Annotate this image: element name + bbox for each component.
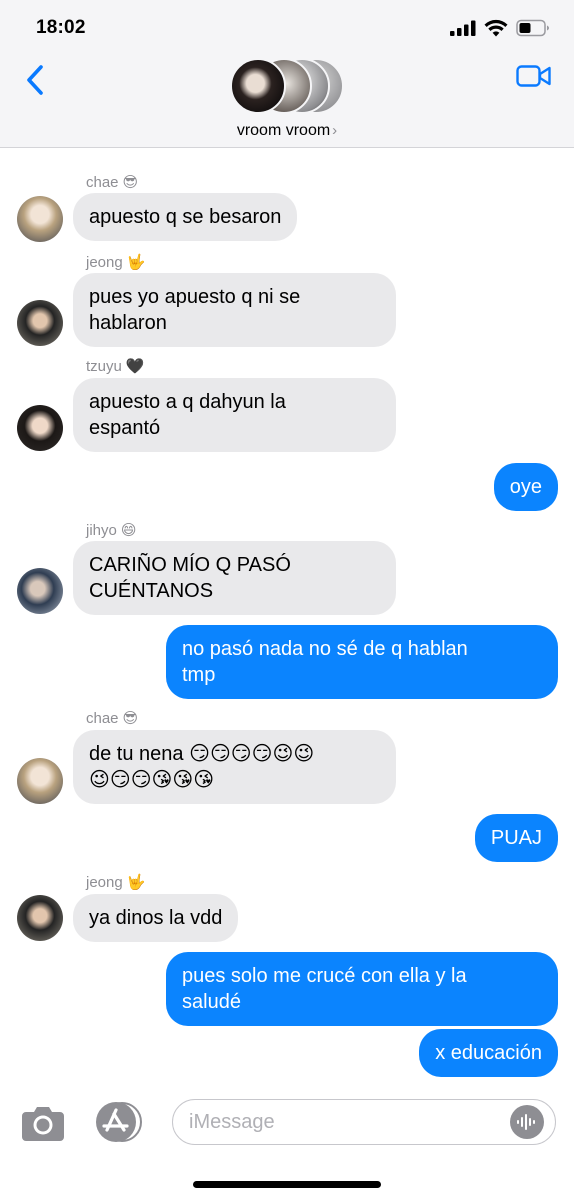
sender-name: jeong xyxy=(86,253,123,271)
avatar-jeong[interactable] xyxy=(17,300,63,346)
message-input[interactable] xyxy=(172,1099,556,1145)
message-text: CARIÑO MÍO Q PASÓ CUÉNTANOS xyxy=(89,554,291,602)
camera-button[interactable] xyxy=(20,1103,66,1143)
message-text: no pasó nada no sé de q hablan tmp xyxy=(182,638,468,686)
group-avatar-stack[interactable] xyxy=(230,58,346,114)
wifi-icon xyxy=(484,19,508,37)
sender-emoji: 🖤 xyxy=(125,358,145,375)
camera-icon xyxy=(22,1107,64,1141)
status-icons xyxy=(450,19,550,37)
back-button[interactable] xyxy=(18,60,52,100)
sender-label: jeong 🤟 xyxy=(86,873,146,892)
sender-name: chae xyxy=(86,709,119,727)
video-camera-icon xyxy=(516,65,551,87)
waveform-icon xyxy=(517,1114,535,1130)
cellular-signal-icon xyxy=(450,20,476,36)
sender-name: jeong xyxy=(86,873,123,891)
chevron-right-icon: › xyxy=(332,122,338,139)
message-bubble-incoming[interactable]: apuesto q se besaron xyxy=(73,193,298,241)
avatar-chae[interactable] xyxy=(17,758,63,804)
sender-name: jihyo xyxy=(86,521,117,539)
sender-emoji: 😄 xyxy=(120,522,137,539)
message-text: de tu nena 😏😏😏😏😉😉 😉😏😏😘😘😘 xyxy=(89,743,315,791)
battery-icon xyxy=(516,19,549,37)
conversation-header: 18:02 vroom vroom › xyxy=(0,0,574,148)
group-name-button[interactable]: vroom vroom › xyxy=(0,122,574,140)
message-bubble-incoming[interactable]: ya dinos la vdd xyxy=(73,894,239,942)
message-text: pues yo apuesto q ni se hablaron xyxy=(89,286,301,334)
app-store-icon xyxy=(96,1102,142,1142)
sender-emoji: 🤟 xyxy=(126,874,146,891)
sender-emoji: 🤟 xyxy=(126,254,146,271)
sender-emoji: 😎 xyxy=(122,710,139,727)
sender-label: jeong 🤟 xyxy=(86,253,146,272)
message-bubble-outgoing[interactable]: PUAJ xyxy=(474,814,558,862)
message-bubble-outgoing[interactable]: no pasó nada no sé de q hablan tmp xyxy=(166,625,558,699)
message-bubble-outgoing[interactable]: oye xyxy=(493,463,558,511)
message-text: PUAJ xyxy=(490,827,542,849)
message-text: pues solo me crucé con ella y la saludé xyxy=(182,965,467,1013)
group-avatar-1 xyxy=(230,58,286,114)
message-bubble-incoming[interactable]: apuesto a q dahyun la espantó xyxy=(73,378,396,452)
video-call-button[interactable] xyxy=(514,60,554,92)
message-text: apuesto a q dahyun la espantó xyxy=(89,391,286,439)
message-bubble-incoming[interactable]: de tu nena 😏😏😏😏😉😉 😉😏😏😘😘😘 xyxy=(73,730,396,804)
message-bubble-incoming[interactable]: CARIÑO MÍO Q PASÓ CUÉNTANOS xyxy=(73,541,396,615)
message-text: apuesto q se besaron xyxy=(89,206,282,228)
message-bubble-incoming[interactable]: pues yo apuesto q ni se hablaron xyxy=(73,273,396,347)
audio-message-button[interactable] xyxy=(510,1105,544,1139)
status-bar: 18:02 xyxy=(0,0,574,56)
message-text: oye xyxy=(509,476,542,498)
home-indicator[interactable] xyxy=(193,1181,381,1188)
sender-label: chae 😎 xyxy=(86,709,139,728)
avatar-chae[interactable] xyxy=(17,196,63,242)
app-store-button[interactable] xyxy=(94,1100,142,1144)
avatar-jihyo[interactable] xyxy=(17,568,63,614)
sender-emoji: 😎 xyxy=(122,174,139,191)
sender-name: chae xyxy=(86,173,119,191)
message-bubble-outgoing[interactable]: pues solo me crucé con ella y la saludé xyxy=(166,952,558,1026)
sender-label: tzuyu 🖤 xyxy=(86,357,145,376)
message-text: ya dinos la vdd xyxy=(89,907,223,929)
sender-label: chae 😎 xyxy=(86,173,139,192)
group-name: vroom vroom xyxy=(236,122,331,139)
sender-label: jihyo 😄 xyxy=(86,521,137,540)
message-list[interactable]: chae 😎 apuesto q se besaron jeong 🤟 pues… xyxy=(0,149,574,1086)
sender-name: tzuyu xyxy=(86,357,122,375)
chevron-left-icon xyxy=(27,65,43,95)
avatar-tzuyu[interactable] xyxy=(17,405,63,451)
compose-bar xyxy=(0,1086,574,1200)
avatar-jeong[interactable] xyxy=(17,895,63,941)
status-time: 18:02 xyxy=(36,17,86,38)
message-bubble-outgoing[interactable]: x educación xyxy=(419,1029,558,1077)
message-text: x educación xyxy=(435,1042,542,1064)
